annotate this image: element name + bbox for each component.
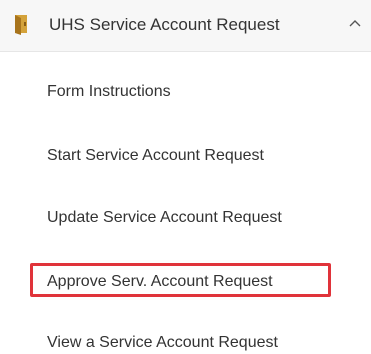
menu-item-view-request[interactable]: View a Service Account Request	[47, 333, 278, 353]
menu-panel: UHS Service Account Request Form Instruc…	[0, 0, 371, 354]
section-title: UHS Service Account Request	[49, 15, 280, 34]
folder-icon	[15, 15, 27, 35]
menu-item-start-request[interactable]: Start Service Account Request	[47, 146, 264, 166]
chevron-up-icon[interactable]	[349, 19, 361, 27]
menu-section-header[interactable]: UHS Service Account Request	[0, 0, 371, 52]
menu-item-approve-request[interactable]: Approve Serv. Account Request	[47, 272, 273, 292]
menu-item-update-request[interactable]: Update Service Account Request	[47, 208, 282, 228]
menu-item-form-instructions[interactable]: Form Instructions	[47, 82, 171, 102]
